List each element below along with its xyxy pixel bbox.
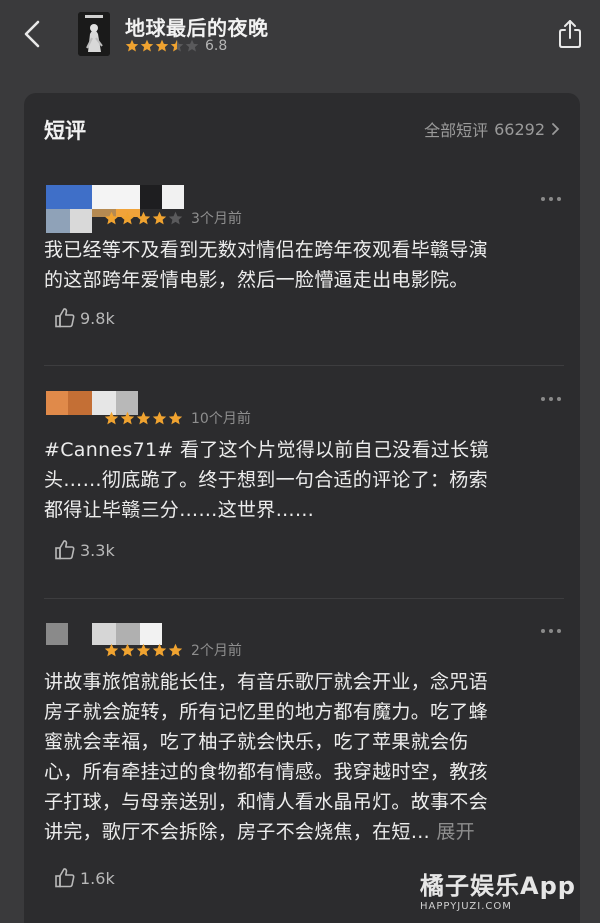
star-icon [152, 411, 167, 424]
review-line: 讲完，歌厅不会拆除，房子不会烧焦，在短… 展开 [44, 817, 544, 847]
review-line: 蜜就会幸福，吃了柚子就会快乐，吃了苹果就会伤 [44, 731, 469, 753]
review-line: 我已经等不及看到无数对情侣在跨年夜观看毕赣导演 [44, 239, 488, 261]
review-line: 的这部跨年爱情电影，然后一脸懵逼走出电影院。 [44, 269, 469, 291]
more-options-button[interactable] [538, 393, 564, 405]
star-icon [152, 643, 167, 656]
review-stars [104, 211, 183, 226]
review-time: 3个月前 [191, 211, 242, 227]
poster-image [78, 12, 110, 56]
short-reviews-card: 短评 全部短评 66292 3个月前 我已经等不及看到无数对情侣在跨年夜观看毕赣… [24, 93, 580, 923]
review-meta: 2个月前 [104, 640, 242, 660]
star-icon [136, 411, 151, 424]
thumbs-up-icon [55, 868, 75, 888]
like-button[interactable]: 9.8k [54, 307, 115, 329]
all-reviews-link[interactable]: 全部短评 66292 [424, 117, 560, 141]
review-item: 10个月前 #Cannes71# 看了这个片觉得以前自己没看过长镜 头……彻底跪… [44, 391, 564, 591]
review-meta: 10个月前 [104, 408, 251, 428]
star-icon [140, 39, 154, 52]
divider [44, 598, 564, 599]
watermark-sub: HAPPYJUZI.COM [420, 901, 512, 912]
top-bar: 地球最后的夜晚 6.8 [0, 0, 600, 72]
thumbs-up-icon [55, 540, 75, 560]
star-icon [120, 643, 135, 656]
movie-rating: 6.8 [125, 38, 227, 54]
star-icon [168, 643, 183, 656]
share-icon [559, 20, 581, 48]
chevron-right-icon [552, 123, 560, 135]
review-line: 都得让毕赣三分……这世界…… [44, 499, 315, 521]
review-time: 2个月前 [191, 643, 242, 659]
star-icon [136, 643, 151, 656]
star-icon [120, 211, 135, 224]
star-icon [155, 39, 169, 52]
movie-poster[interactable] [78, 12, 110, 56]
more-options-button[interactable] [538, 193, 564, 205]
chevron-left-icon [24, 20, 40, 48]
share-button[interactable] [552, 14, 588, 54]
rating-score: 6.8 [205, 38, 228, 54]
like-count: 9.8k [80, 308, 115, 328]
star-icon [104, 643, 119, 656]
review-count: 66292 [494, 119, 545, 139]
review-line: #Cannes71# 看了这个片觉得以前自己没看过长镜 [44, 439, 489, 461]
star-icon [104, 211, 119, 224]
star-icon [168, 411, 183, 424]
watermark-logo: 橘子娱乐App HAPPYJUZI.COM [420, 866, 590, 918]
all-reviews-label: 全部短评 [424, 121, 489, 140]
like-count: 3.3k [80, 540, 115, 560]
watermark-main: 橘子娱乐App [420, 872, 576, 900]
review-stars [104, 643, 183, 658]
star-icon [104, 411, 119, 424]
star-icon [185, 39, 199, 52]
star-icon [170, 39, 184, 52]
review-item: 3个月前 我已经等不及看到无数对情侣在跨年夜观看毕赣导演 的这部跨年爱情电影，然… [44, 185, 564, 345]
section-title: 短评 [44, 119, 86, 143]
like-button[interactable]: 1.6k [54, 867, 115, 889]
review-line: 心，所有牵挂过的食物都有情感。我穿越时空，教孩 [44, 761, 488, 783]
review-text: 讲故事旅馆就能长住，有音乐歌厅就会开业，念咒语 房子就会旋转，所有记忆里的地方都… [44, 667, 544, 847]
review-line-text: 讲完，歌厅不会拆除，房子不会烧焦，在短… [44, 821, 431, 843]
review-line: 头……彻底跪了。终于想到一句合适的评论了：杨索 [44, 469, 488, 491]
back-button[interactable] [14, 14, 50, 54]
star-icon [152, 211, 167, 224]
review-stars [104, 411, 183, 426]
star-icon [168, 211, 183, 224]
review-line: 房子就会旋转，所有记忆里的地方都有魔力。吃了蜂 [44, 701, 488, 723]
star-icon [125, 39, 139, 52]
review-line: 讲故事旅馆就能长住，有音乐歌厅就会开业，念咒语 [44, 671, 488, 693]
header-rating-stars [125, 39, 199, 53]
review-time: 10个月前 [191, 411, 251, 427]
divider [44, 365, 564, 366]
star-icon [120, 411, 135, 424]
review-line: 子打球，与母亲送别，和情人看水晶吊灯。故事不会 [44, 791, 488, 813]
expand-link[interactable]: 展开 [436, 821, 475, 843]
movie-title: 地球最后的夜晚 [125, 16, 269, 40]
review-text: #Cannes71# 看了这个片觉得以前自己没看过长镜 头……彻底跪了。终于想到… [44, 435, 544, 525]
thumbs-up-icon [55, 308, 75, 328]
star-icon [136, 211, 151, 224]
like-button[interactable]: 3.3k [54, 539, 115, 561]
review-text: 我已经等不及看到无数对情侣在跨年夜观看毕赣导演 的这部跨年爱情电影，然后一脸懵逼… [44, 235, 544, 295]
review-meta: 3个月前 [104, 208, 242, 228]
like-count: 1.6k [80, 868, 115, 888]
more-options-button[interactable] [538, 625, 564, 637]
